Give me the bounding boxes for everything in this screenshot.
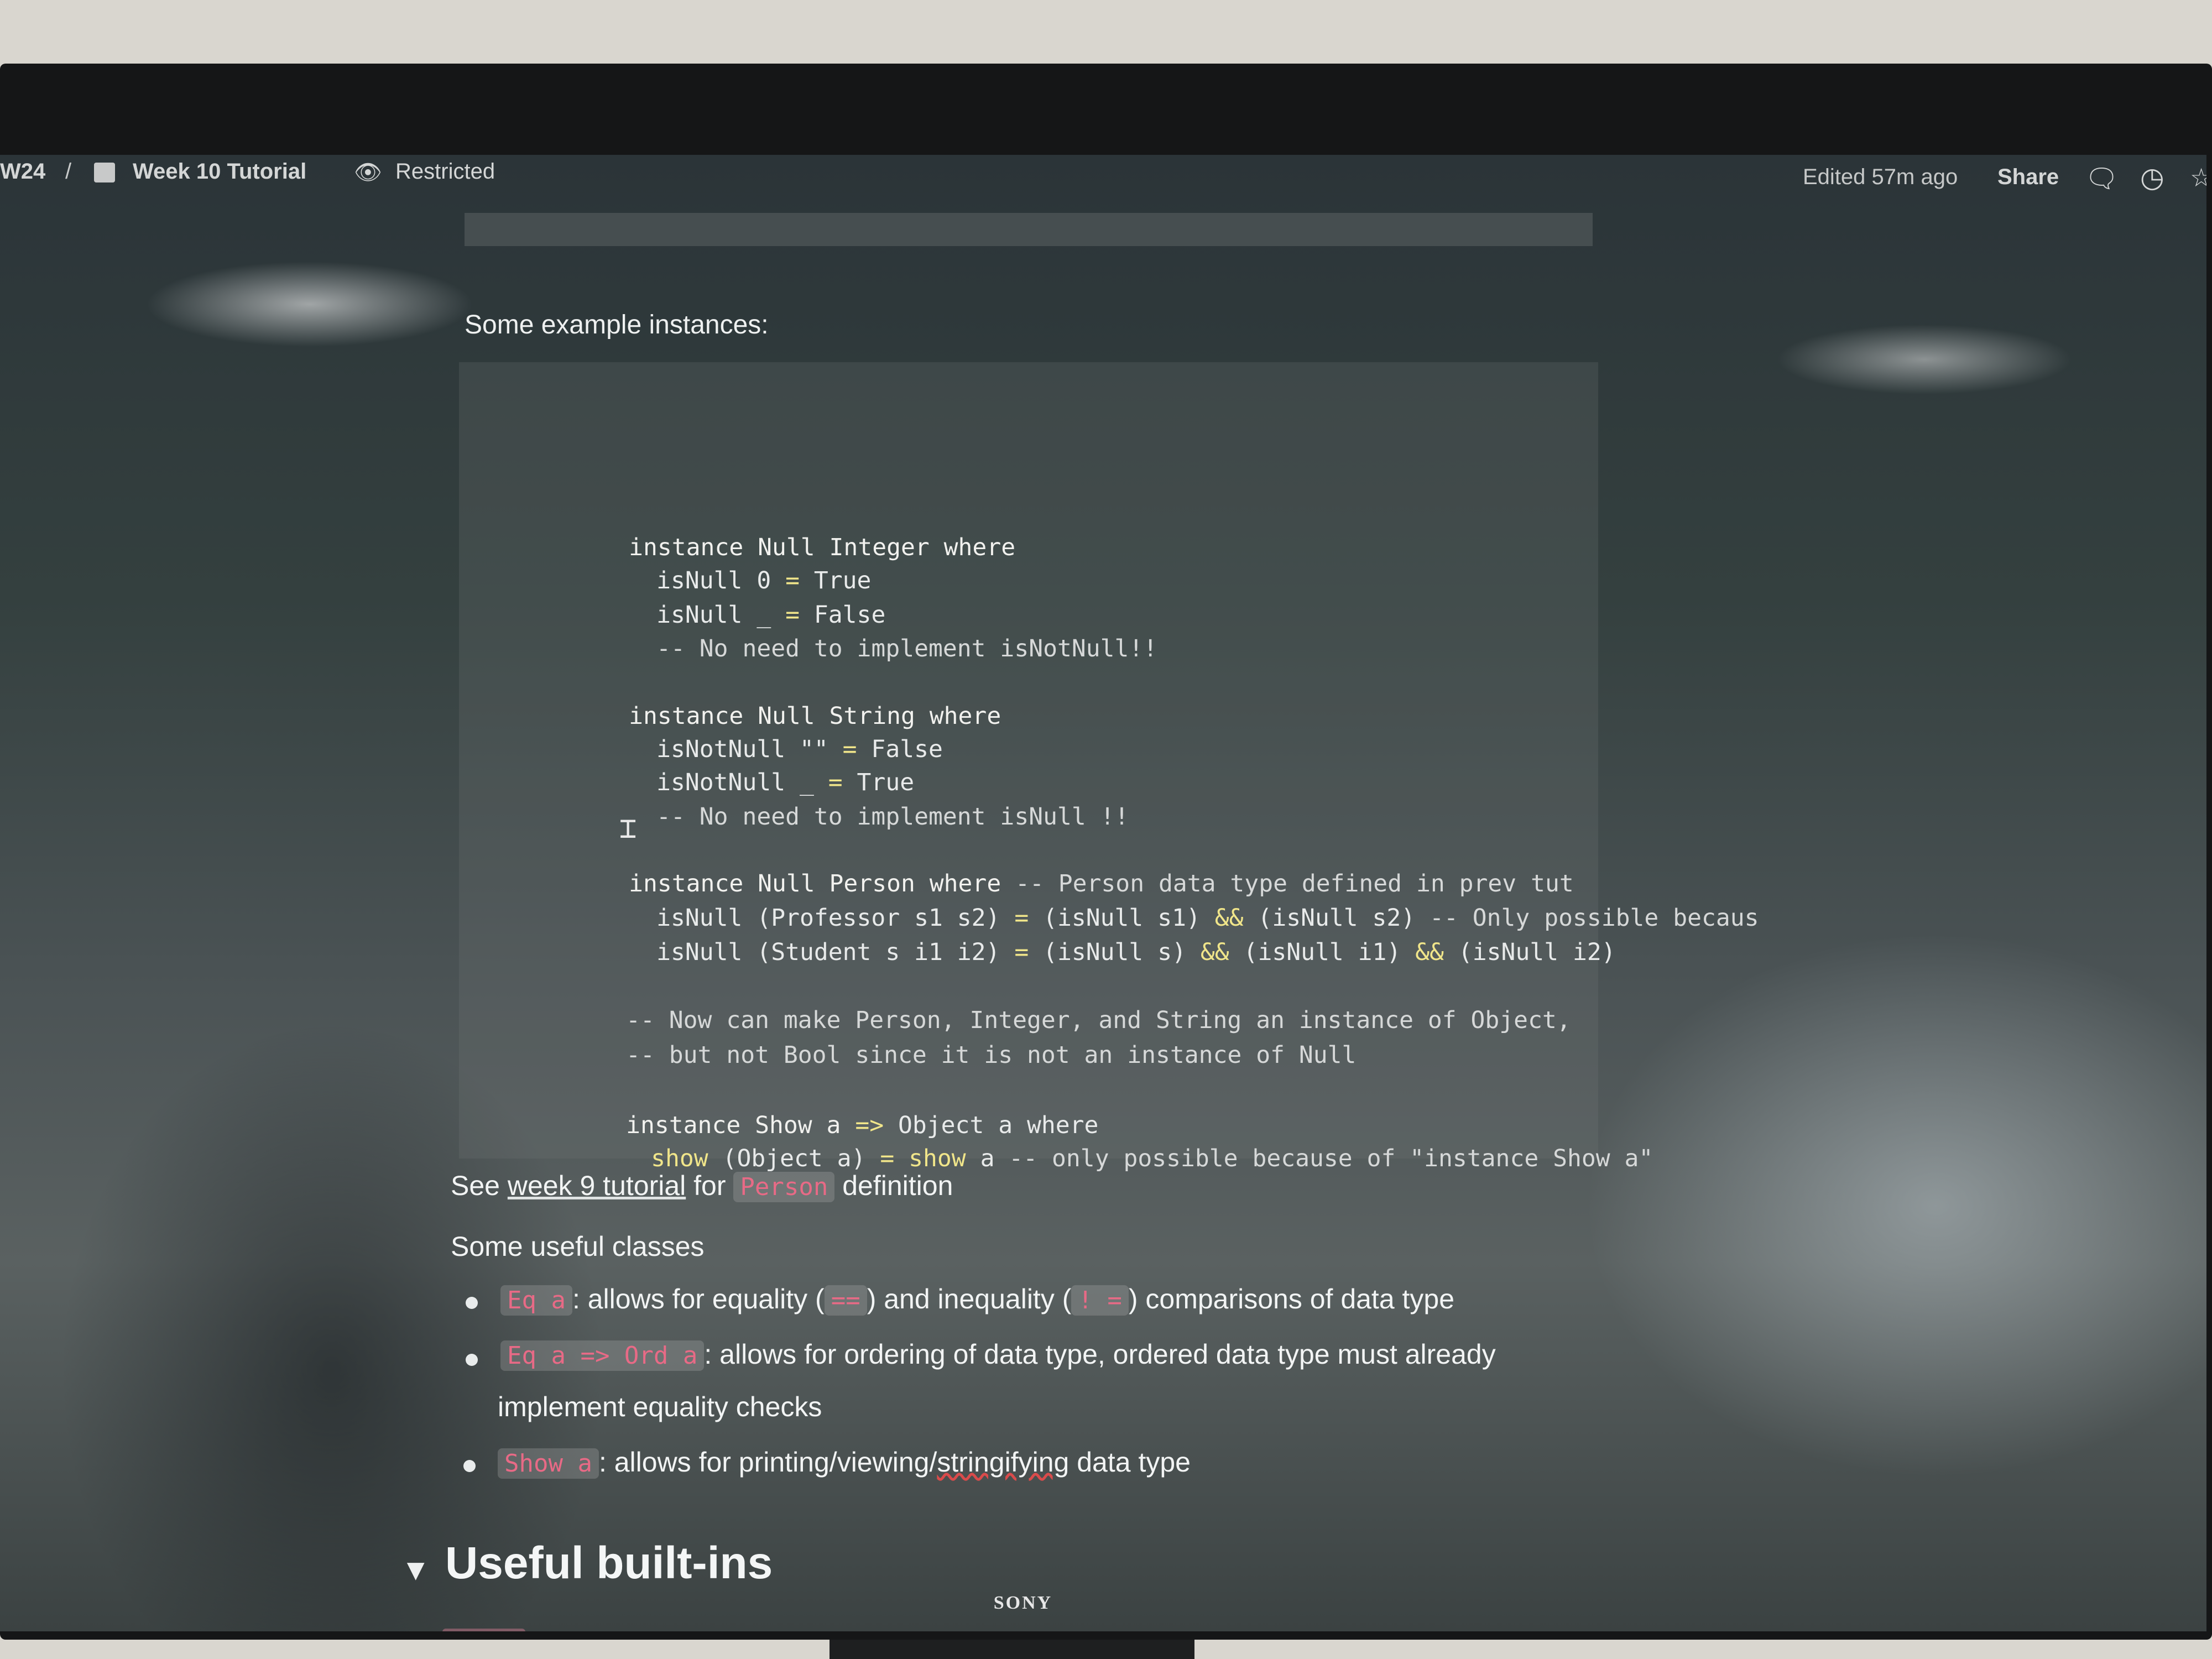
examples-label: Some example instances: xyxy=(465,310,769,340)
inline-code-cut-off xyxy=(442,1629,525,1631)
text: : allows for equality ( xyxy=(572,1284,825,1314)
text: : allows for ordering of data type, orde… xyxy=(704,1339,1496,1370)
inline-code: Eq a => Ord a xyxy=(500,1340,705,1371)
text: ) comparisons of data type xyxy=(1128,1284,1455,1314)
share-button[interactable]: Share xyxy=(1997,165,2059,190)
builtins-heading[interactable]: Useful built-ins xyxy=(445,1537,773,1589)
monitor-frame: W24 / Week 10 Tutorial 👁 Restricted Edit… xyxy=(0,64,2212,1640)
misspelled-word: stringifying xyxy=(937,1447,1070,1478)
visibility-status[interactable]: Restricted xyxy=(395,159,495,184)
inline-code: Person xyxy=(733,1172,835,1202)
code-token: (isNull i1) xyxy=(1229,938,1416,966)
breadcrumb-separator: / xyxy=(65,159,72,184)
page-icon xyxy=(94,163,115,182)
text: data type xyxy=(1069,1447,1191,1478)
code-block[interactable]: instance Null Integer where isNull 0 = T… xyxy=(459,362,1759,1172)
text: : allows for printing/viewing/ xyxy=(598,1447,937,1478)
see-definition-paragraph: See week 9 tutorial for Person definitio… xyxy=(451,1170,953,1202)
code-token: show xyxy=(909,1145,966,1172)
inline-code: Show a xyxy=(498,1448,599,1479)
history-icon[interactable]: ◷ xyxy=(2140,161,2164,194)
classes-label: Some useful classes xyxy=(451,1231,705,1262)
page-topbar: W24 / Week 10 Tutorial 👁 Restricted Edit… xyxy=(0,155,2206,194)
code-token: = xyxy=(1014,938,1029,966)
eye-icon: 👁 xyxy=(354,160,382,185)
blurred-block-above xyxy=(465,213,1593,246)
edited-timestamp[interactable]: Edited 57m ago xyxy=(1803,165,1958,190)
bullet-dot xyxy=(463,1460,476,1472)
class-item-show: Show a: allows for printing/viewing/stri… xyxy=(498,1446,1191,1479)
text: See xyxy=(451,1170,508,1201)
inline-code: ! = xyxy=(1071,1285,1129,1316)
code-token: show xyxy=(651,1145,708,1172)
inline-code: == xyxy=(824,1285,867,1316)
monitor-stand xyxy=(830,1640,1194,1659)
comment-icon[interactable]: 🗨 xyxy=(2085,163,2119,194)
text: for xyxy=(686,1170,734,1201)
code-token: isNull (Student s i1 i2) xyxy=(656,938,1015,966)
week9-tutorial-link[interactable]: week 9 tutorial xyxy=(508,1170,686,1201)
text: ) and inequality ( xyxy=(867,1284,1072,1314)
code-token: -- No need to implement isNull !! xyxy=(656,803,1129,831)
triangle-down-icon[interactable]: ▼ xyxy=(401,1553,430,1587)
star-icon[interactable]: ☆ xyxy=(2190,163,2206,192)
monitor-brand-logo: SONY xyxy=(993,1593,1053,1613)
class-item-ord: Eq a => Ord a: allows for ordering of da… xyxy=(500,1338,1496,1371)
code-token: (isNull i2) xyxy=(1444,938,1616,966)
breadcrumb-workspace[interactable]: W24 xyxy=(0,159,45,184)
code-token: -- No need to implement isNotNull!! xyxy=(656,635,1158,662)
code-token: (Object a) xyxy=(708,1145,880,1172)
code-token: = xyxy=(880,1145,895,1172)
inline-code: Eq a xyxy=(500,1285,572,1316)
bullet-dot xyxy=(466,1297,478,1309)
code-token: a xyxy=(966,1145,1009,1172)
notion-page: W24 / Week 10 Tutorial 👁 Restricted Edit… xyxy=(0,155,2206,1631)
code-token: && xyxy=(1200,938,1229,966)
text: definition xyxy=(834,1170,953,1201)
bullet-dot xyxy=(466,1354,478,1366)
text-cursor-icon: ⌶ xyxy=(619,812,637,845)
code-token: (isNull s) xyxy=(1029,938,1201,966)
code-token: -- only possible because of "instance Sh… xyxy=(1009,1145,1653,1172)
class-item-eq: Eq a: allows for equality (==) and inequ… xyxy=(500,1283,1454,1316)
code-token: && xyxy=(1415,938,1444,966)
class-item-ord-continued: implement equality checks xyxy=(498,1391,822,1422)
breadcrumb-page-title[interactable]: Week 10 Tutorial xyxy=(133,159,306,184)
code-token: -- but not Bool since it is not an insta… xyxy=(626,1041,1357,1069)
